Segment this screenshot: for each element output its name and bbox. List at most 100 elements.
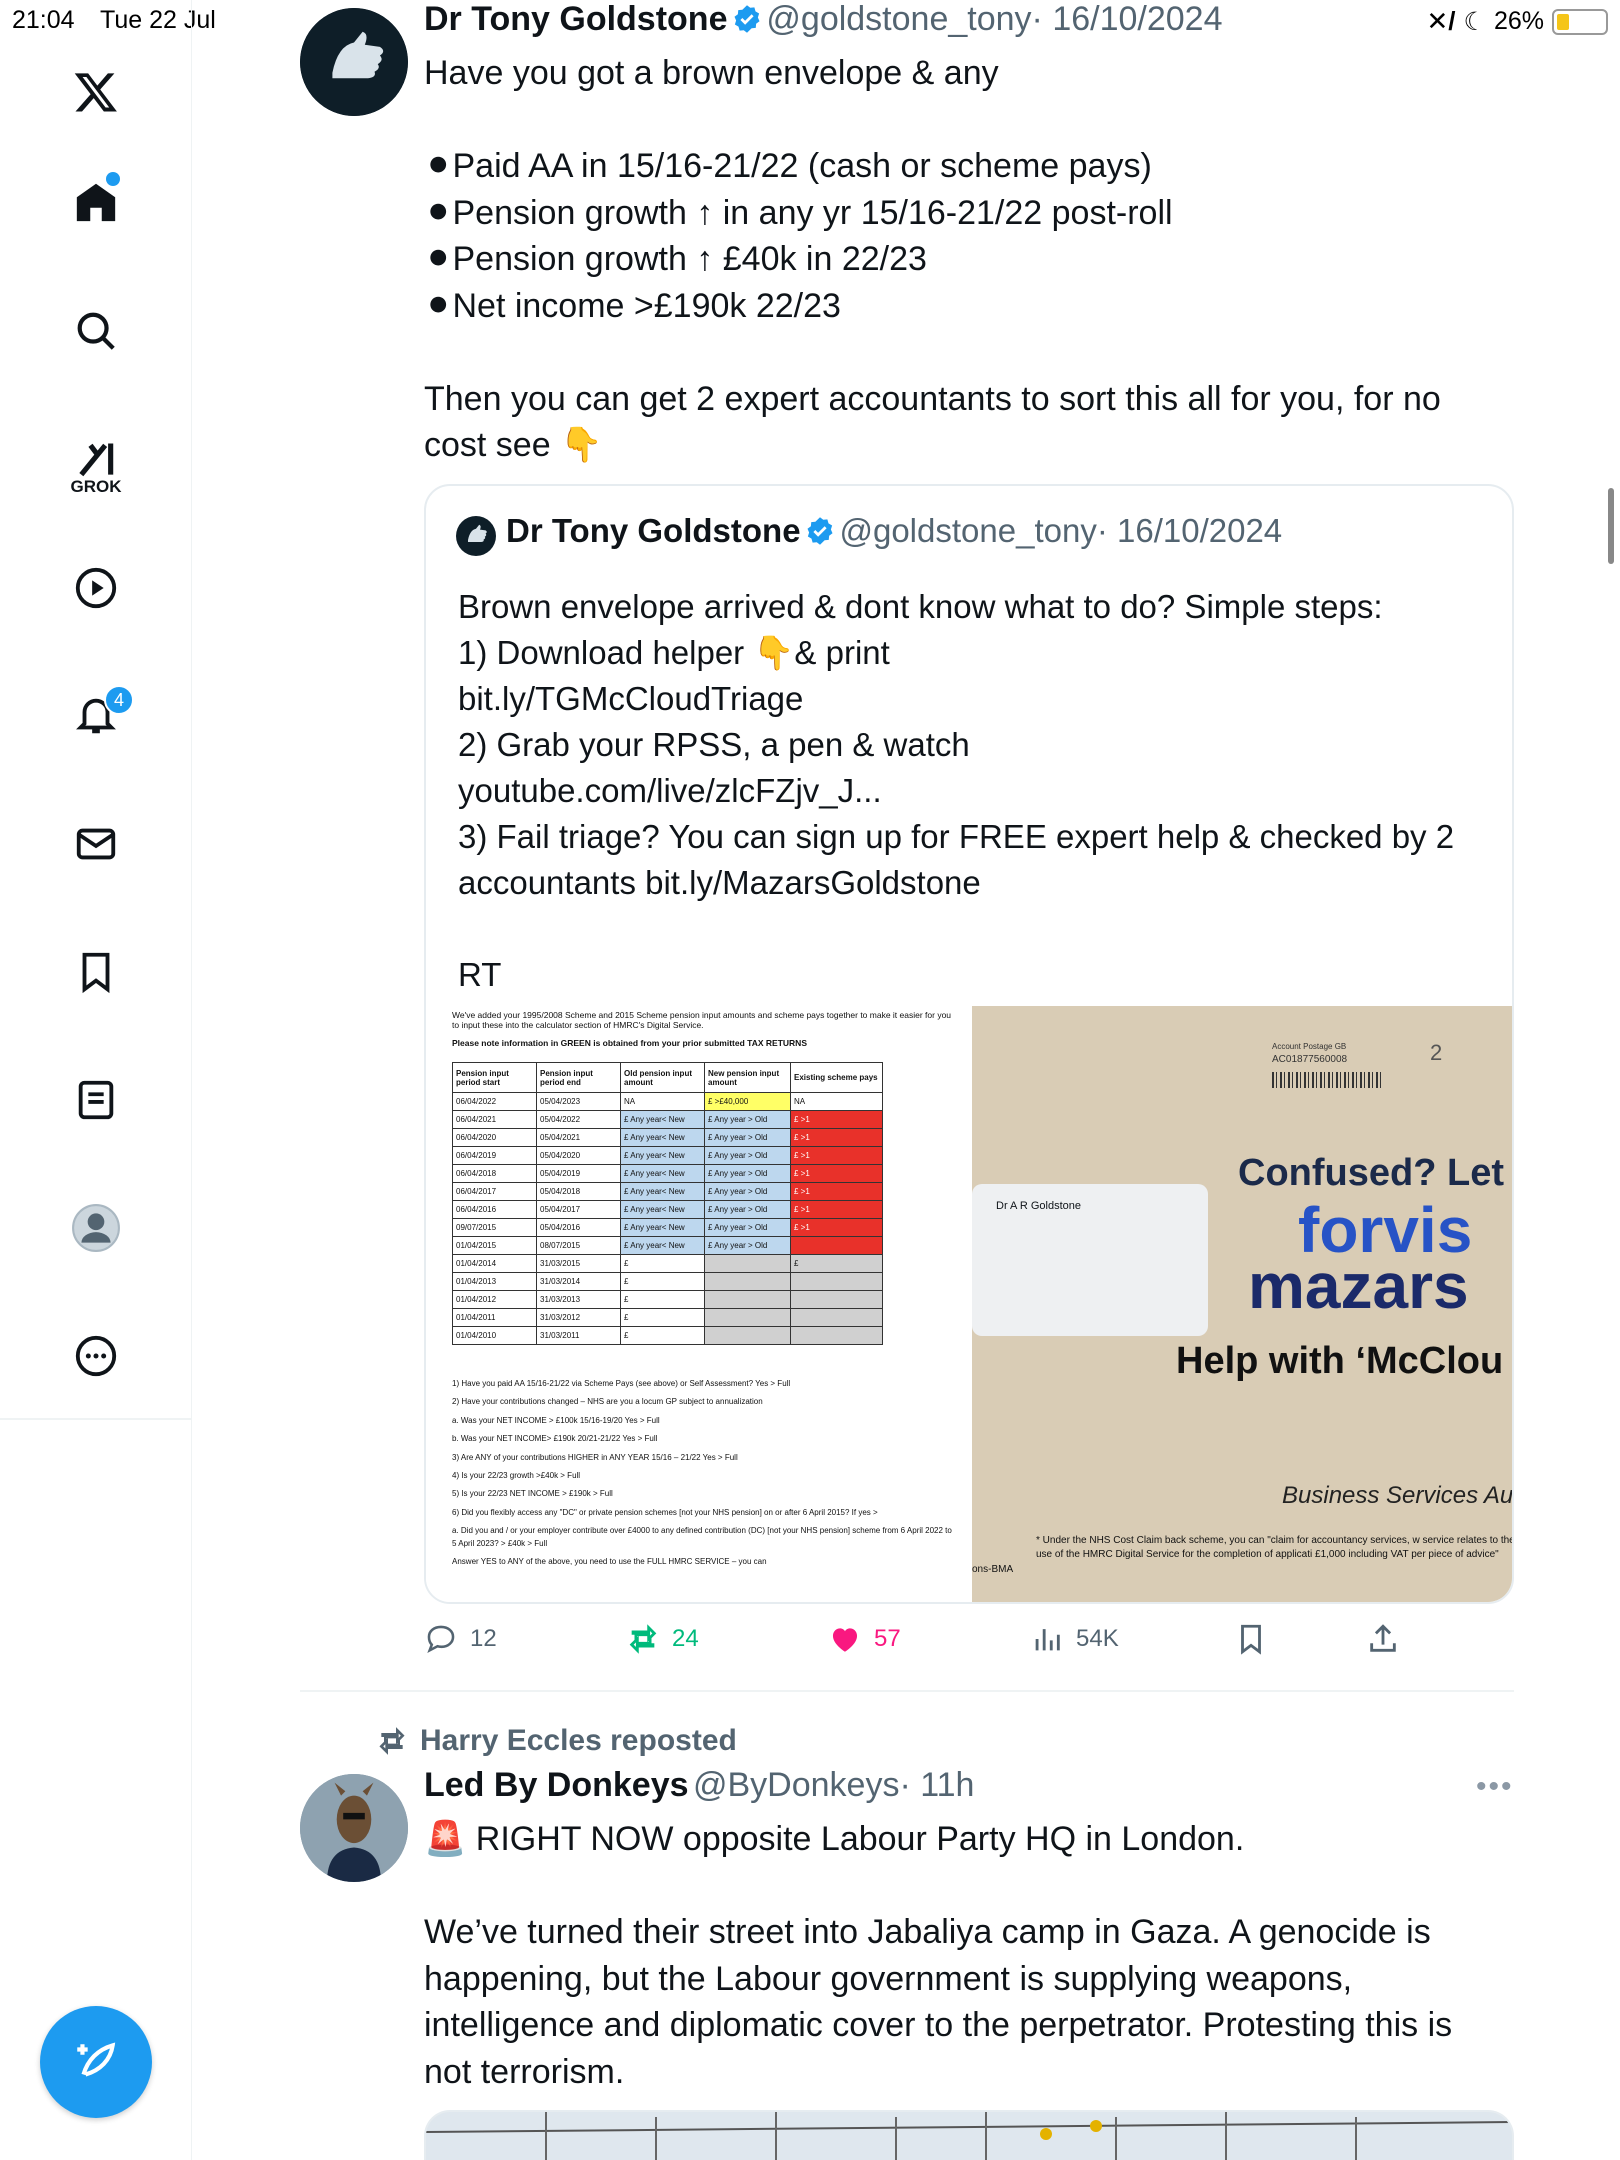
bookmark-button[interactable]: [1234, 1622, 1268, 1656]
compose-button[interactable]: [40, 2006, 152, 2118]
doc-cell: £ Any year< New: [620, 1146, 705, 1165]
bookmarks-icon[interactable]: [50, 932, 142, 1012]
envelope-recipient: Dr A R Goldstone: [996, 1200, 1081, 1212]
sidebar: GROK 4: [0, 0, 192, 2160]
envelope-bsa: Business Services Auth: [1282, 1482, 1514, 1509]
doc-question: a. Did you and / or your employer contri…: [452, 1526, 952, 1548]
quote-avatar: [456, 516, 496, 556]
doc-cell: 06/04/2022: [452, 1092, 537, 1111]
quote-image-envelope[interactable]: Account Postage GB AC01877560008 2 Dr A …: [972, 1006, 1514, 1602]
doc-header-cell: Old pension input amount: [620, 1062, 705, 1093]
notifications-badge: 4: [104, 685, 134, 715]
author-handle[interactable]: @goldstone_tony: [766, 0, 1031, 38]
doc-cell: £ Any year< New: [620, 1182, 705, 1201]
reply-icon: [427, 1625, 455, 1654]
envelope-barcode: [1272, 1072, 1382, 1088]
doc-cell: [704, 1326, 791, 1345]
doc-cell: 05/04/2016: [536, 1218, 621, 1237]
scrollbar-thumb[interactable]: [1608, 488, 1614, 564]
tweet-date[interactable]: · 11h: [899, 1766, 974, 1804]
doc-table-row: 01/04/2014 31/03/2015 £ £: [452, 1254, 883, 1273]
repost-icon: [379, 1727, 405, 1755]
envelope-footnote: * Under the NHS Cost Claim back scheme, …: [1036, 1535, 1514, 1560]
doc-cell: £ Any year > Old: [704, 1146, 791, 1165]
tweet-header: Dr Tony Goldstone @goldstone_tony· 16/10…: [424, 0, 1222, 39]
doc-note: Please note information in GREEN is obta…: [452, 1038, 807, 1048]
reposted-by[interactable]: Harry Eccles reposted: [420, 1724, 737, 1758]
home-unread-dot: [106, 172, 120, 186]
doc-table-header: Pension input period start Pension input …: [452, 1062, 883, 1093]
doc-table-row: 01/04/2010 31/03/2011 £: [452, 1326, 883, 1345]
heart-icon: [832, 1628, 858, 1652]
quote-author-handle: @goldstone_tony: [839, 512, 1097, 549]
doc-question: 3) Are ANY of your contributions HIGHER …: [452, 1452, 738, 1462]
repost-header: Harry Eccles reposted: [376, 1724, 737, 1758]
author-name[interactable]: Dr Tony Goldstone: [424, 0, 727, 38]
like-button[interactable]: 57: [828, 1622, 901, 1656]
video-icon[interactable]: [50, 548, 142, 628]
author-name[interactable]: Led By Donkeys: [424, 1766, 689, 1804]
bookmark-icon: [1241, 1624, 1261, 1655]
reply-button[interactable]: 12: [424, 1622, 497, 1656]
doc-cell: £ Any year > Old: [704, 1164, 791, 1183]
x-logo-icon[interactable]: [50, 52, 142, 132]
doc-header-cell: Pension input period start: [452, 1062, 537, 1093]
doc-cell: 01/04/2010: [452, 1326, 537, 1345]
doc-cell: £ Any year< New: [620, 1236, 705, 1255]
doc-table-row: 06/04/2020 05/04/2021 £ Any year< New £ Any…: [452, 1128, 883, 1147]
doc-table-row: 06/04/2018 05/04/2019 £ Any year< New £ Any…: [452, 1164, 883, 1183]
doc-cell: £: [620, 1254, 705, 1273]
repost-icon: [629, 1624, 657, 1654]
tweet-avatar[interactable]: [300, 8, 408, 116]
tweet-media[interactable]: [424, 2110, 1514, 2160]
share-button[interactable]: [1366, 1622, 1400, 1656]
quote-image-document[interactable]: We've added your 1995/2008 Scheme and 20…: [426, 1006, 966, 1602]
search-icon[interactable]: [50, 291, 142, 371]
more-icon[interactable]: [50, 1316, 142, 1396]
doc-cell: £ >1: [790, 1200, 883, 1219]
quoted-tweet[interactable]: Dr Tony Goldstone @goldstone_tony· 16/10…: [424, 484, 1514, 1604]
repost-button[interactable]: 24: [626, 1622, 699, 1656]
doc-intro: We've added your 1995/2008 Scheme and 20…: [452, 1010, 952, 1030]
tweet-text: Have you got a brown envelope & any ⚫Pai…: [424, 54, 1441, 464]
doc-cell: 06/04/2021: [452, 1110, 537, 1129]
doc-cell: £ >1: [790, 1218, 883, 1237]
doc-question: Answer YES to ANY of the above, you need…: [452, 1557, 767, 1567]
doc-cell: 05/04/2020: [536, 1146, 621, 1165]
doc-cell: 09/07/2015: [452, 1218, 537, 1237]
share-icon: [1370, 1624, 1396, 1652]
envelope-postage-code: AC01877560008: [1272, 1054, 1348, 1065]
doc-cell: NA: [790, 1092, 883, 1111]
doc-cell: 31/03/2015: [536, 1254, 621, 1273]
verified-badge-icon: [807, 517, 833, 545]
tweet-avatar[interactable]: [300, 1774, 408, 1882]
tweet-date[interactable]: · 16/10/2024: [1032, 0, 1223, 38]
home-icon[interactable]: [50, 162, 142, 242]
quote-author-name: Dr Tony Goldstone: [506, 512, 801, 549]
doc-table: Pension input period start Pension input …: [452, 1062, 883, 1345]
doc-question: 2) Have your contributions changed – NHS…: [452, 1397, 763, 1407]
doc-cell: [790, 1308, 883, 1327]
views-count: 54K: [1076, 1625, 1119, 1652]
doc-cell: £ Any year< New: [620, 1200, 705, 1219]
more-options-icon[interactable]: •••: [1476, 1770, 1514, 1804]
doc-cell: [790, 1290, 883, 1309]
doc-cell: £ >1: [790, 1128, 883, 1147]
messages-icon[interactable]: [50, 804, 142, 884]
quote-text: Brown envelope arrived & dont know what …: [458, 588, 1455, 993]
profile-avatar[interactable]: [50, 1188, 142, 1268]
doc-cell: 01/04/2015: [452, 1236, 537, 1255]
views-button[interactable]: 54K: [1030, 1622, 1119, 1656]
doc-cell: 05/04/2023: [536, 1092, 621, 1111]
quote-header: Dr Tony Goldstone @goldstone_tony· 16/10…: [506, 512, 1282, 550]
doc-questions: 1) Have you paid AA 15/16-21/22 via Sche…: [452, 1378, 952, 1574]
doc-cell: £ Any year > Old: [704, 1218, 791, 1237]
doc-question: 5) Is your 22/23 NET INCOME > £190k > Fu…: [452, 1489, 613, 1499]
doc-cell: 06/04/2018: [452, 1164, 537, 1183]
doc-cell: £ >1: [790, 1164, 883, 1183]
doc-cell: £ Any year > Old: [704, 1182, 791, 1201]
author-handle[interactable]: @ByDonkeys: [693, 1766, 899, 1804]
doc-table-row: 06/04/2022 05/04/2023 NA £ >£40,000 NA: [452, 1092, 883, 1111]
lists-icon[interactable]: [50, 1060, 142, 1140]
envelope-side-text: ons-BMA: [972, 1564, 1014, 1575]
